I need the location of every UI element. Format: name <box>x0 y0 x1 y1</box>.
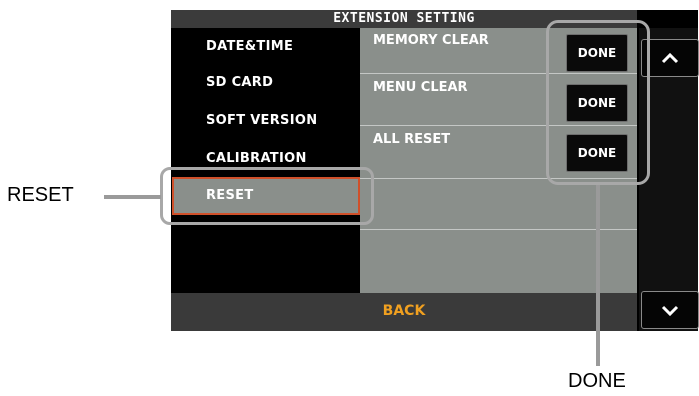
menu-item-date-time[interactable]: DATE&TIME <box>206 39 293 54</box>
row-label-all-reset: ALL RESET <box>373 132 451 147</box>
menu-item-sd-card[interactable]: SD CARD <box>206 75 273 90</box>
done-annotation-label: DONE <box>568 370 626 392</box>
done-callout-box <box>546 20 650 185</box>
done-callout-line <box>596 185 600 366</box>
scroll-down-button[interactable] <box>641 291 699 329</box>
reset-annotation-label: RESET <box>7 184 74 206</box>
reset-callout-line <box>104 195 161 199</box>
row-label-menu-clear: MENU CLEAR <box>373 80 468 95</box>
chevron-up-icon <box>661 52 679 64</box>
back-button[interactable]: BACK <box>171 293 637 331</box>
menu-item-calibration[interactable]: CALIBRATION <box>206 151 307 166</box>
chevron-down-icon <box>661 305 679 316</box>
reset-callout-box <box>160 167 374 225</box>
menu-item-soft-version[interactable]: SOFT VERSION <box>206 113 317 128</box>
row-label-memory-clear: MEMORY CLEAR <box>373 33 489 48</box>
